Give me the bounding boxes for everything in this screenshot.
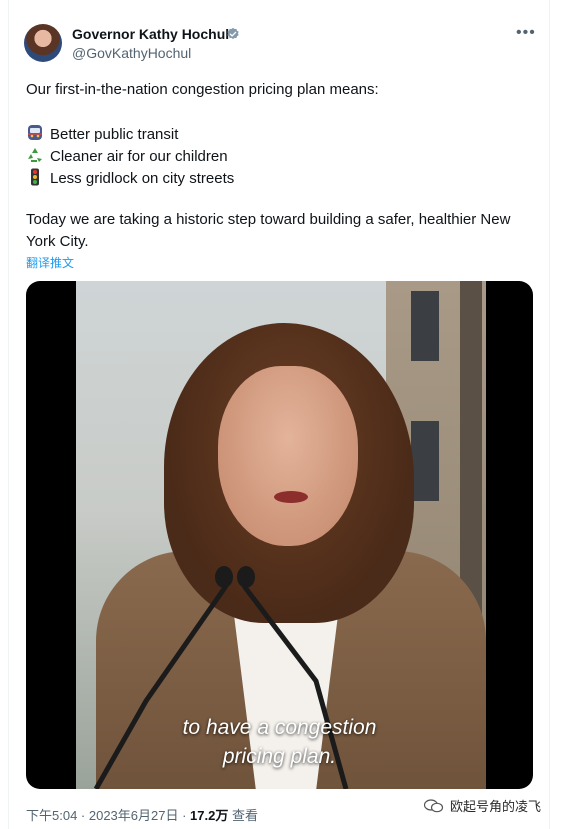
video-subtitle-line2: pricing plan.	[222, 745, 337, 768]
bullet-gridlock: Less gridlock on city streets	[26, 168, 234, 187]
video-player[interactable]: to have a congestion pricing plan.	[26, 281, 533, 789]
translate-link[interactable]: 翻译推文	[26, 254, 74, 271]
timestamp[interactable]: 下午5:04 · 2023年6月27日 ·	[26, 808, 190, 823]
watermark-text: 欧起号角的凌飞	[450, 799, 542, 814]
tweet-intro: Our first-in-the-nation congestion prici…	[26, 81, 379, 98]
tweet-closing-line1: Today we are taking a historic step towa…	[26, 211, 511, 228]
video-subtitle-line1: to have a congestion	[182, 716, 377, 739]
author-handle[interactable]: @GovKathyHochul	[72, 45, 191, 61]
tweet-meta: 下午5:04 · 2023年6月27日 · 17.2万 查看	[26, 805, 258, 824]
bullet-label: Cleaner air for our children	[50, 148, 228, 165]
more-options-icon[interactable]: •••	[516, 24, 536, 42]
avatar[interactable]	[24, 24, 62, 62]
recycle-icon	[28, 148, 42, 162]
tweet-closing-line2: York City.	[26, 233, 89, 250]
microphone-icon	[93, 566, 349, 789]
watermark: 欧起号角的凌飞	[424, 796, 541, 815]
verified-badge-icon	[227, 27, 239, 40]
bullet-air: Cleaner air for our children	[26, 146, 228, 165]
bullet-label: Better public transit	[50, 126, 179, 143]
metro-icon	[28, 125, 42, 140]
views-label: 查看	[228, 808, 258, 823]
author-name[interactable]: Governor Kathy Hochul	[72, 26, 229, 42]
traffic-light-icon	[31, 168, 39, 186]
bullet-transit: Better public transit	[26, 124, 178, 143]
video-frame	[76, 281, 486, 789]
wechat-icon	[424, 799, 444, 813]
view-count: 17.2万	[190, 808, 229, 823]
bullet-label: Less gridlock on city streets	[50, 170, 235, 187]
